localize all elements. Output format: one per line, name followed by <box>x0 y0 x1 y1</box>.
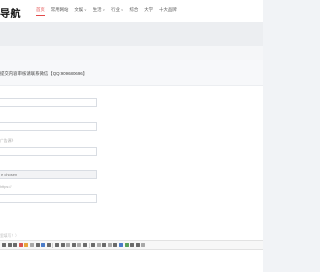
ordered-list-icon[interactable] <box>66 243 71 247</box>
nav-item-life[interactable]: 生活∨ <box>93 6 105 18</box>
url-field[interactable] <box>0 194 97 203</box>
undo-icon[interactable] <box>130 243 135 247</box>
category-select[interactable]: e chosen <box>0 170 97 179</box>
main-nav: 首页 常用网站 文娱∨ 生活∨ 行业∨ 综合 大学 十大品牌 <box>36 6 183 18</box>
text-field-3[interactable] <box>0 147 97 156</box>
highlight-icon[interactable] <box>24 243 29 247</box>
nav-item-label: 常用网站 <box>50 7 69 12</box>
strikethrough-icon[interactable] <box>102 243 107 247</box>
outdent-icon[interactable] <box>82 243 87 247</box>
align-icon[interactable] <box>60 243 65 247</box>
header-band <box>0 22 263 46</box>
italic-icon[interactable] <box>7 243 12 247</box>
fullscreen-icon[interactable] <box>141 243 146 247</box>
nav-item-university[interactable]: 大学 <box>144 6 153 18</box>
video-icon[interactable] <box>124 243 129 247</box>
clear-format-icon[interactable] <box>35 243 40 247</box>
unlink-icon[interactable] <box>96 243 101 247</box>
nav-item-label: 综合 <box>129 7 139 12</box>
underline-icon[interactable] <box>13 243 18 247</box>
quote-icon[interactable] <box>107 243 112 247</box>
editor-placeholder: 里填写！） <box>0 234 19 238</box>
nav-item-label: 行业 <box>111 7 120 12</box>
indent-icon[interactable] <box>77 243 82 247</box>
nav-item-industry[interactable]: 行业∨ <box>111 6 123 18</box>
image-icon[interactable] <box>41 243 46 247</box>
text-field-2[interactable] <box>0 122 97 131</box>
toolbar-divider <box>52 242 54 248</box>
nav-item-general[interactable]: 综合 <box>129 6 138 18</box>
header-strip <box>0 46 263 60</box>
nav-item-home[interactable]: 首页 <box>36 6 45 18</box>
nav-item-top-brands[interactable]: 十大品牌 <box>159 6 177 18</box>
link-icon[interactable] <box>91 243 96 247</box>
font-color-icon[interactable] <box>18 243 23 247</box>
format-brush-icon[interactable] <box>29 243 34 247</box>
url-hint: https:// <box>0 185 12 189</box>
submit-form-panel: 提交内容审核请联系微信【QQ:909680696】 广告源》 e chosen … <box>0 60 263 250</box>
font-size-icon[interactable] <box>54 243 59 247</box>
nav-item-entertainment[interactable]: 文娱∨ <box>74 6 86 18</box>
nav-item-label: 大学 <box>144 7 154 12</box>
nav-item-label: 生活 <box>92 7 102 12</box>
bold-icon[interactable] <box>2 243 6 247</box>
site-logo[interactable]: 导航 <box>0 5 21 20</box>
form-header: 提交内容审核请联系微信【QQ:909680696】 <box>0 60 263 86</box>
nav-item-label: 首页 <box>36 7 45 12</box>
emoji-icon[interactable] <box>119 243 124 247</box>
nav-item-label: 十大品牌 <box>159 7 177 12</box>
nav-item-label: 文娱 <box>74 7 84 12</box>
code-icon[interactable] <box>113 243 118 247</box>
chevron-down-icon: ∨ <box>102 8 106 12</box>
nav-item-common-sites[interactable]: 常用网站 <box>51 6 69 18</box>
editor-content-area[interactable] <box>0 250 263 272</box>
table-icon[interactable] <box>46 243 51 247</box>
field-hint-ad-source: 广告源》 <box>0 139 16 143</box>
chevron-down-icon: ∨ <box>120 8 124 12</box>
toolbar-divider <box>88 242 90 248</box>
rich-text-toolbar <box>0 240 263 250</box>
form-title: 提交内容审核请联系微信【QQ:909680696】 <box>0 71 88 76</box>
text-field-1[interactable] <box>0 98 97 107</box>
redo-icon[interactable] <box>135 243 140 247</box>
top-navbar: 导航 首页 常用网站 文娱∨ 生活∨ 行业∨ 综合 大学 十大品牌 <box>0 0 263 22</box>
unordered-list-icon[interactable] <box>71 243 76 247</box>
chevron-down-icon: ∨ <box>84 8 87 12</box>
select-value: e chosen <box>1 172 18 177</box>
